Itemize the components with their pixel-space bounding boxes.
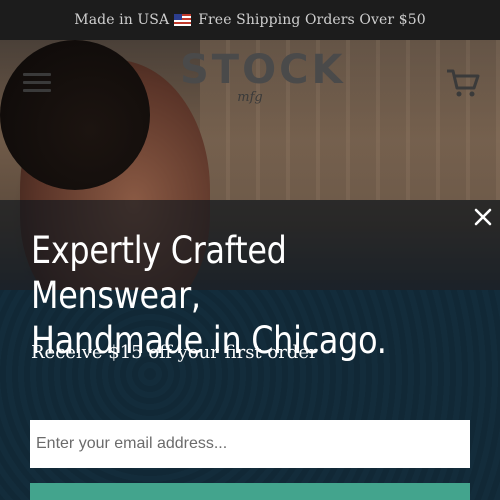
cart-icon[interactable] xyxy=(446,68,480,98)
announcement-bar: Made in USA Free Shipping Orders Over $5… xyxy=(0,0,500,40)
announcement-text-shipping: Free Shipping Orders Over $50 xyxy=(198,12,426,28)
site-header: STOCK mfg xyxy=(0,40,500,120)
popup-offer-text: Receive $15 off your first order xyxy=(31,342,318,363)
logo-subtext: mfg xyxy=(237,90,263,105)
close-icon[interactable] xyxy=(472,206,494,228)
logo-wordmark: STOCK xyxy=(180,47,346,93)
email-field[interactable] xyxy=(30,420,470,468)
site-logo[interactable]: STOCK mfg xyxy=(180,47,346,105)
menu-icon[interactable] xyxy=(23,73,51,93)
announcement-text-made-in-usa: Made in USA xyxy=(74,12,170,28)
popup-headline-line-1: Expertly Crafted Menswear, xyxy=(31,229,287,317)
us-flag-icon xyxy=(174,14,192,26)
submit-button[interactable] xyxy=(30,483,470,500)
